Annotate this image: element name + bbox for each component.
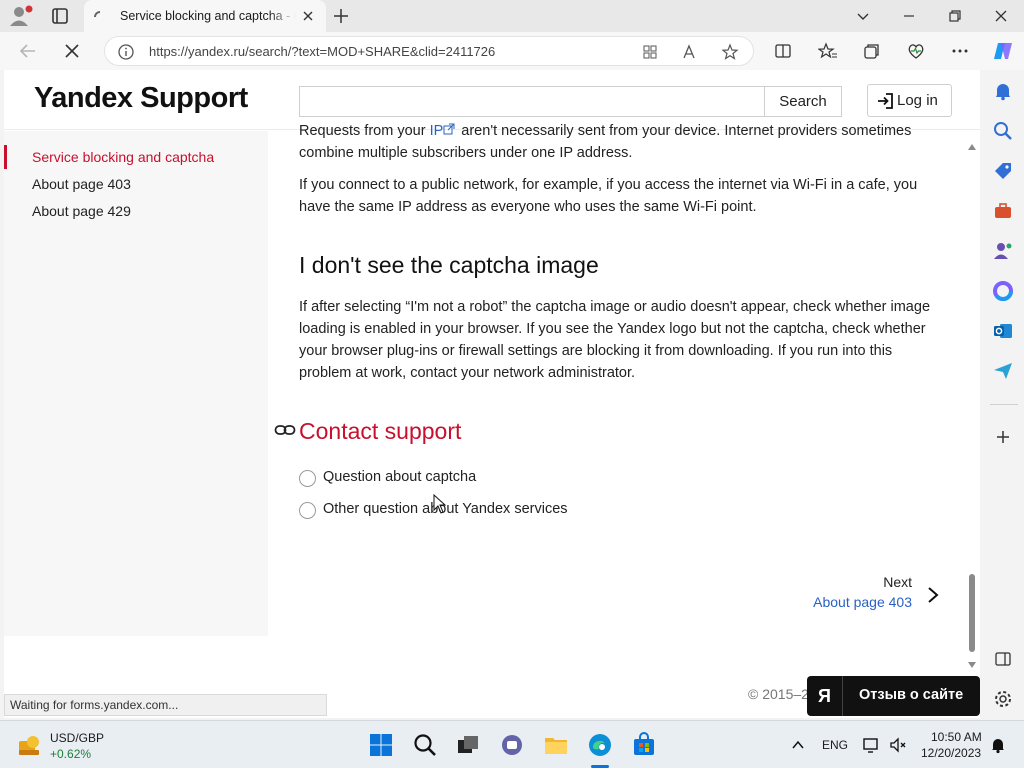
- notification-center-icon[interactable]: [988, 735, 1008, 755]
- currency-icon: [16, 733, 42, 759]
- favorites-icon[interactable]: [817, 41, 838, 61]
- login-icon: [877, 93, 893, 109]
- login-label: Log in: [897, 92, 938, 109]
- profile-icon[interactable]: [8, 4, 34, 28]
- apps-grid-icon[interactable]: [641, 43, 659, 61]
- send-plane-icon[interactable]: [992, 360, 1014, 382]
- radio-label: Question about captcha: [323, 469, 477, 485]
- shopping-tag-icon[interactable]: [992, 160, 1014, 182]
- next-label: Next: [883, 574, 912, 590]
- nav-item-service-blocking[interactable]: Service blocking and captcha: [32, 149, 214, 165]
- collections-icon[interactable]: [862, 41, 882, 61]
- tools-briefcase-icon[interactable]: [992, 200, 1014, 222]
- language-indicator[interactable]: ENG: [822, 738, 848, 752]
- page-scrollbar[interactable]: [966, 136, 978, 668]
- browser-toolbar: https://yandex.ru/search/?text=MOD+SHARE…: [0, 32, 1024, 70]
- login-button[interactable]: Log in: [867, 84, 952, 117]
- ticker-change: +0.62%: [50, 747, 92, 761]
- tab-close-icon[interactable]: [300, 8, 316, 24]
- radio-button[interactable]: [299, 470, 316, 487]
- back-icon[interactable]: [16, 39, 40, 63]
- new-tab-icon[interactable]: [330, 5, 352, 27]
- teams-chat-icon[interactable]: [499, 732, 525, 758]
- volume-muted-icon[interactable]: [888, 735, 908, 755]
- nav-item-page-403[interactable]: About page 403: [32, 176, 131, 192]
- tab-actions-icon[interactable]: [48, 4, 72, 28]
- search-button[interactable]: Search: [764, 86, 842, 117]
- article-sidebar-nav: Service blocking and captcha About page …: [4, 131, 268, 636]
- network-icon[interactable]: [862, 735, 882, 755]
- task-view-icon[interactable]: [455, 732, 481, 758]
- ip-link[interactable]: IP: [430, 123, 444, 139]
- scroll-thumb[interactable]: [969, 574, 975, 652]
- partial-paragraph-ip: Requests from your IP aren't necessarily…: [299, 120, 931, 164]
- windows-start-icon[interactable]: [368, 732, 394, 758]
- stop-loading-icon[interactable]: [60, 39, 84, 63]
- external-link-icon: [443, 120, 457, 142]
- microsoft-store-icon[interactable]: [631, 732, 657, 758]
- search-input[interactable]: [299, 86, 765, 117]
- hide-sidebar-icon[interactable]: [992, 648, 1014, 670]
- paragraph-captcha: If after selecting “I'm not a robot” the…: [299, 299, 931, 381]
- heading-captcha-image: I don't see the captcha image: [299, 252, 599, 278]
- add-icon[interactable]: [992, 426, 1014, 448]
- minimize-icon[interactable]: [899, 6, 919, 26]
- scroll-down-arrow-icon[interactable]: [968, 656, 976, 668]
- site-info-icon[interactable]: [117, 43, 135, 61]
- clock-time[interactable]: 10:50 AM: [931, 730, 982, 744]
- browser-essentials-icon[interactable]: [906, 41, 926, 61]
- copilot-icon[interactable]: [991, 39, 1015, 63]
- microsoft-365-icon[interactable]: [992, 280, 1014, 302]
- taskbar-search-icon[interactable]: [412, 732, 438, 758]
- close-window-icon[interactable]: [991, 6, 1011, 26]
- mouse-cursor-icon: [433, 493, 447, 514]
- edge-browser-icon[interactable]: [587, 732, 613, 758]
- tab-strip: Service blocking and captcha - Chrome: [0, 0, 1024, 32]
- search-icon[interactable]: [992, 120, 1014, 142]
- tab-active[interactable]: Service blocking and captcha - Chrome: [84, 0, 326, 32]
- copyright-text: © 2015–2: [748, 686, 809, 702]
- tab-title: Service blocking and captcha - Chrome: [120, 9, 296, 23]
- outlook-icon[interactable]: [992, 320, 1014, 342]
- page-viewport: Yandex Support Search Log in Service blo…: [4, 70, 980, 718]
- yandex-logo-icon: Я: [807, 676, 843, 716]
- next-article-title[interactable]: About page 403: [813, 594, 912, 610]
- chevron-right-icon: [926, 586, 940, 604]
- radio-button[interactable]: [299, 502, 316, 519]
- settings-gear-icon[interactable]: [992, 688, 1014, 710]
- paragraph-public-network: If you connect to a public network, for …: [299, 177, 918, 215]
- split-screen-icon[interactable]: [773, 41, 793, 61]
- anchor-link-icon[interactable]: [274, 422, 296, 438]
- more-options-icon[interactable]: [950, 41, 970, 61]
- nav-item-page-429[interactable]: About page 429: [32, 203, 131, 219]
- scroll-up-arrow-icon[interactable]: [968, 138, 976, 150]
- windows-taskbar: USD/GBP +0.62% ENG 10:50 AM 12/20/2023: [0, 720, 1024, 768]
- active-item-marker: [4, 145, 7, 169]
- yandex-support-logo[interactable]: Yandex Support: [34, 82, 248, 115]
- loading-spinner-icon: [94, 10, 106, 22]
- partial-para-text-a: Requests from your: [299, 123, 430, 139]
- favorite-star-icon[interactable]: [721, 43, 739, 61]
- site-feedback-button[interactable]: Я Отзыв о сайте: [807, 676, 980, 716]
- market-widget[interactable]: USD/GBP +0.62%: [16, 729, 136, 763]
- next-article-link[interactable]: Next About page 403: [794, 574, 944, 616]
- games-icon[interactable]: [992, 240, 1014, 262]
- url-text: https://yandex.ru/search/?text=MOD+SHARE…: [149, 44, 496, 59]
- clock-date[interactable]: 12/20/2023: [921, 746, 981, 760]
- tab-list-chevron-icon[interactable]: [853, 6, 873, 26]
- tray-chevron-up-icon[interactable]: [790, 737, 806, 753]
- edge-sidebar: [984, 70, 1024, 718]
- feedback-label: Отзыв о сайте: [859, 687, 964, 703]
- address-bar[interactable]: https://yandex.ru/search/?text=MOD+SHARE…: [104, 36, 754, 66]
- sidebar-divider: [990, 404, 1018, 405]
- browser-status-bar: Waiting for forms.yandex.com...: [4, 694, 327, 716]
- file-explorer-icon[interactable]: [543, 732, 569, 758]
- restore-icon[interactable]: [945, 6, 965, 26]
- heading-contact-support: Contact support: [299, 418, 462, 444]
- notifications-bell-icon[interactable]: [992, 80, 1014, 102]
- read-aloud-icon[interactable]: [681, 43, 699, 61]
- ticker-symbol: USD/GBP: [50, 731, 105, 745]
